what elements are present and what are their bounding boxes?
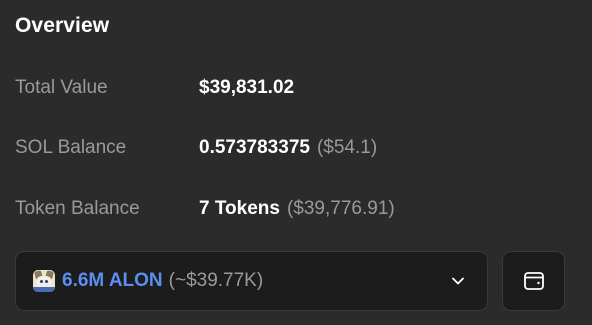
token-balance-count: 7 Tokens	[199, 198, 280, 219]
chevron-down-icon	[452, 277, 464, 285]
token-select-dropdown[interactable]: 6.6M ALON (~$39.77K)	[15, 251, 488, 311]
token-balance-usd: ($39,776.91)	[286, 198, 395, 219]
wallet-button[interactable]	[502, 251, 565, 311]
sol-balance-amount: 0.573783375	[199, 137, 310, 158]
token-balance-label: Token Balance	[15, 198, 140, 219]
sol-balance-usd: ($54.1)	[316, 137, 378, 158]
token-amount: 6.6M ALON	[62, 270, 163, 291]
token-avatar-icon	[33, 270, 55, 292]
wallet-icon	[523, 272, 544, 290]
sol-balance-label: SOL Balance	[15, 137, 127, 158]
overview-title: Overview	[15, 14, 110, 37]
sol-balance-row: SOL Balance 0.573783375 ($54.1)	[15, 134, 575, 162]
total-value-amount: $39,831.02	[199, 77, 295, 98]
total-value-row: Total Value $39,831.02	[15, 74, 575, 102]
token-balance-row: Token Balance 7 Tokens ($39,776.91)	[15, 195, 575, 223]
overview-panel: Overview Total Value $39,831.02 SOL Bala…	[0, 0, 592, 325]
token-approx-value: (~$39.77K)	[168, 270, 264, 291]
total-value-label: Total Value	[15, 77, 108, 98]
